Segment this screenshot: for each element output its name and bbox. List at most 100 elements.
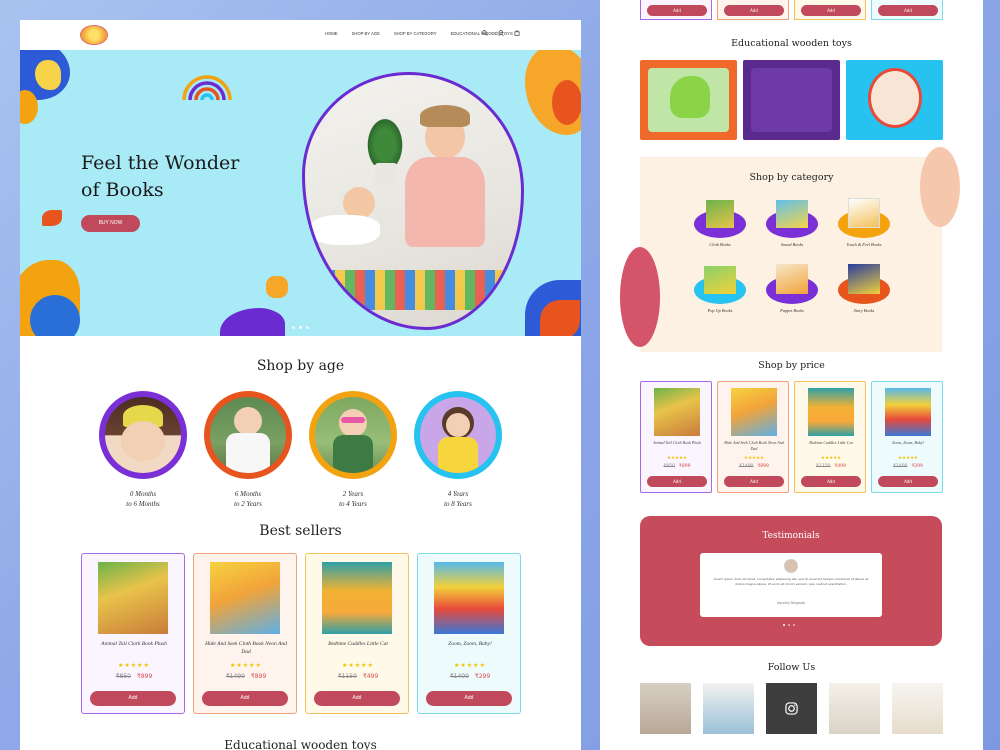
- product-price: ₹1150 ₹499: [816, 464, 846, 469]
- carousel-dots: [292, 326, 309, 329]
- nav-shop-by-age[interactable]: SHOP BY AGE: [352, 31, 380, 36]
- product-rating: ★★★★★: [666, 456, 688, 461]
- nav-home[interactable]: HOME: [325, 31, 338, 36]
- wooden-toys-title-peek: Educational wooden toys: [224, 738, 377, 750]
- age-ring: [204, 391, 292, 479]
- add-to-cart-button[interactable]: Add: [647, 5, 707, 16]
- carousel-dot[interactable]: [783, 624, 785, 626]
- add-to-cart-button[interactable]: Add: [801, 476, 861, 487]
- price-product-card[interactable]: Hide And Seek Cloth Book Neon And Dad ★★…: [717, 381, 789, 493]
- add-to-cart-button[interactable]: Add: [801, 5, 861, 16]
- category-image: [834, 196, 894, 240]
- product-card-stub: Add: [871, 0, 943, 20]
- buy-now-button[interactable]: BUY NOW: [81, 215, 140, 232]
- user-icon[interactable]: [498, 30, 504, 36]
- wooden-toy-clock[interactable]: [846, 60, 943, 140]
- site-logo[interactable]: [80, 25, 108, 45]
- hero-children-photo: [302, 72, 524, 330]
- age-card-4y-8y[interactable]: 4 Years to 8 Years: [414, 391, 502, 509]
- red-leaf-left: [42, 210, 62, 226]
- product-rating: ★★★★★: [230, 662, 262, 669]
- nav-shop-by-category[interactable]: SHOP BY CATEGORY: [394, 31, 437, 36]
- carousel-dot[interactable]: [292, 326, 295, 329]
- instagram-photo[interactable]: [640, 683, 691, 734]
- carousel-dot[interactable]: [299, 326, 302, 329]
- search-icon[interactable]: [482, 30, 488, 36]
- category-puppet-books[interactable]: Puppet Books: [762, 262, 822, 313]
- testimonial-text: Lorem ipsum dolor sit amet, consectetur …: [713, 577, 869, 586]
- add-to-cart-button[interactable]: Add: [647, 476, 707, 487]
- category-touch-feel-books[interactable]: Touch & Feel Books: [834, 196, 894, 247]
- product-image: [885, 388, 931, 436]
- product-rating: ★★★★★: [743, 456, 765, 461]
- add-to-cart-button[interactable]: Add: [724, 5, 784, 16]
- product-rating: ★★★★★: [118, 662, 150, 669]
- shop-by-price-title: Shop by price: [758, 360, 825, 371]
- add-to-cart-button[interactable]: Add: [426, 691, 512, 706]
- product-image: [322, 562, 392, 634]
- instagram-photo[interactable]: [892, 683, 943, 734]
- category-image: [762, 262, 822, 306]
- product-price: ₹1150 ₹499: [337, 673, 379, 680]
- cart-icon[interactable]: [514, 30, 520, 36]
- product-name: Bedtime Cuddles Little Cat: [809, 440, 853, 445]
- add-to-cart-button[interactable]: Add: [202, 691, 288, 706]
- category-cloth-books[interactable]: Cloth Books: [690, 196, 750, 247]
- product-card[interactable]: Zoom, Zoom, Baby! ★★★★★ ₹1400 ₹299 Add: [417, 553, 521, 714]
- header-icons: [482, 30, 520, 36]
- product-image: [98, 562, 168, 634]
- age-card-6m-2y[interactable]: 6 Months to 2 Years: [204, 391, 292, 509]
- product-card[interactable]: Hide And Seek Cloth Book Neon And Dad ★★…: [193, 553, 297, 714]
- boy-shirt: [310, 215, 380, 245]
- carousel-dot[interactable]: [793, 624, 795, 626]
- price-product-card[interactable]: Bedtime Cuddles Little Cat ★★★★★ ₹1150 ₹4…: [794, 381, 866, 493]
- instagram-photo[interactable]: [766, 683, 817, 734]
- category-sound-books[interactable]: Sound Books: [762, 196, 822, 247]
- category-pop-up-books[interactable]: Pop Up Books: [690, 262, 750, 313]
- add-to-cart-button[interactable]: Add: [724, 476, 784, 487]
- product-price: ₹1400 ₹299: [893, 464, 923, 469]
- carousel-dot[interactable]: [306, 326, 309, 329]
- testimonial-card: Lorem ipsum dolor sit amet, consectetur …: [700, 553, 882, 617]
- follow-us-title: Follow Us: [767, 662, 816, 673]
- age-ring: [99, 391, 187, 479]
- age-card-0-6m[interactable]: 0 Months to 6 Months: [99, 391, 187, 509]
- red-leaf-right: [540, 300, 580, 336]
- product-rating: ★★★★★: [820, 456, 842, 461]
- category-image: [690, 196, 750, 240]
- instagram-photo[interactable]: [703, 683, 754, 734]
- add-to-cart-button[interactable]: Add: [314, 691, 400, 706]
- purple-blob-bottom: [220, 308, 285, 336]
- age-label: 0 Months to 6 Months: [126, 490, 160, 508]
- product-rating: ★★★★★: [342, 662, 374, 669]
- hero-title: Feel the Wonder of Books: [81, 150, 239, 204]
- category-story-books[interactable]: Story Books: [834, 262, 894, 313]
- product-price: ₹1400 ₹299: [449, 673, 491, 680]
- price-product-card[interactable]: Zoom, Zoom, Baby! ★★★★★ ₹1400 ₹299 Add: [871, 381, 943, 493]
- age-ring: [309, 391, 397, 479]
- product-card[interactable]: Bedtime Cuddles Little Cat ★★★★★ ₹1150 ₹4…: [305, 553, 409, 714]
- product-card[interactable]: Animal Tail Cloth Book Plush ★★★★★ ₹850 ₹…: [81, 553, 185, 714]
- age-label: 4 Years to 8 Years: [444, 490, 472, 508]
- age-card-2y-4y[interactable]: 2 Years to 4 Years: [309, 391, 397, 509]
- wooden-toy-dinosaur[interactable]: [640, 60, 737, 140]
- add-to-cart-button[interactable]: Add: [878, 476, 938, 487]
- orange-flower-decoration: [266, 276, 288, 298]
- product-image: [210, 562, 280, 634]
- peach-arc-decoration: [920, 147, 960, 227]
- price-product-card[interactable]: Animal Tail Cloth Book Plush ★★★★★ ₹850 ₹…: [640, 381, 712, 493]
- age-label: 2 Years to 4 Years: [339, 490, 367, 508]
- add-to-cart-button[interactable]: Add: [90, 691, 176, 706]
- add-to-cart-button[interactable]: Add: [878, 5, 938, 16]
- carousel-dot[interactable]: [788, 624, 790, 626]
- shop-by-category-section: [620, 147, 960, 352]
- instagram-photo[interactable]: [829, 683, 880, 734]
- product-card-stub: Add: [794, 0, 866, 20]
- toddler-photo: [210, 397, 286, 473]
- red-blob-right: [552, 80, 581, 125]
- wooden-toy-puzzle[interactable]: [743, 60, 840, 140]
- plant-decoration: [365, 115, 405, 165]
- girl-waving-photo: [420, 397, 496, 473]
- product-card-stub: Add: [717, 0, 789, 20]
- shop-by-category-title: Shop by category: [749, 172, 834, 183]
